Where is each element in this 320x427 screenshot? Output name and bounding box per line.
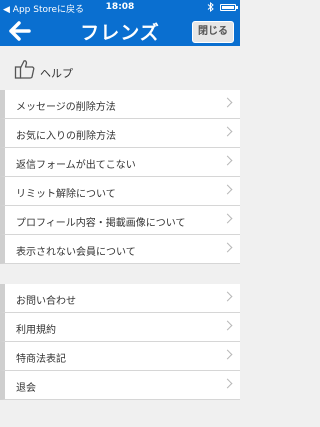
bluetooth-icon — [207, 1, 214, 15]
chevron-right-icon — [222, 242, 233, 253]
page-title: フレンズ — [80, 22, 160, 44]
status-bar: ◀ App Storeに戻る 18:08 — [0, 0, 240, 16]
list-item[interactable]: お気に入りの削除方法 — [0, 119, 240, 148]
list-item[interactable]: お問い合わせ — [0, 284, 240, 313]
chevron-right-icon — [222, 320, 233, 331]
list-item[interactable]: 利用規約 — [0, 313, 240, 342]
list-item[interactable]: プロフィール内容・掲載画像について — [0, 206, 240, 235]
list-item[interactable]: メッセージの削除方法 — [0, 90, 240, 119]
list-item[interactable]: 特商法表記 — [0, 342, 240, 371]
chevron-right-icon — [222, 378, 233, 389]
chevron-right-icon — [222, 184, 233, 195]
chevron-right-icon — [222, 155, 233, 166]
help-list: メッセージの削除方法 お気に入りの削除方法 返信フォームが出てこない リミット解… — [0, 90, 240, 264]
battery-icon — [220, 4, 238, 11]
chevron-right-icon — [222, 97, 233, 108]
chevron-right-icon — [222, 126, 233, 137]
list-item[interactable]: 退会 — [0, 371, 240, 400]
list-item[interactable]: リミット解除について — [0, 177, 240, 206]
chevron-right-icon — [222, 213, 233, 224]
thumbs-up-icon — [14, 58, 36, 80]
list-item[interactable]: 表示されない会員について — [0, 235, 240, 264]
chevron-right-icon — [222, 349, 233, 360]
list-item[interactable]: 返信フォームが出てこない — [0, 148, 240, 177]
help-title: ヘルプ — [40, 67, 73, 80]
status-time: 18:08 — [105, 2, 135, 12]
chevron-right-icon — [222, 291, 233, 302]
help-section-header: ヘルプ — [0, 46, 240, 90]
close-button[interactable]: 閉じる — [192, 21, 234, 43]
arrow-left-icon[interactable] — [7, 19, 33, 43]
nav-bar: フレンズ 閉じる — [0, 16, 240, 46]
info-list: お問い合わせ 利用規約 特商法表記 退会 — [0, 284, 240, 400]
